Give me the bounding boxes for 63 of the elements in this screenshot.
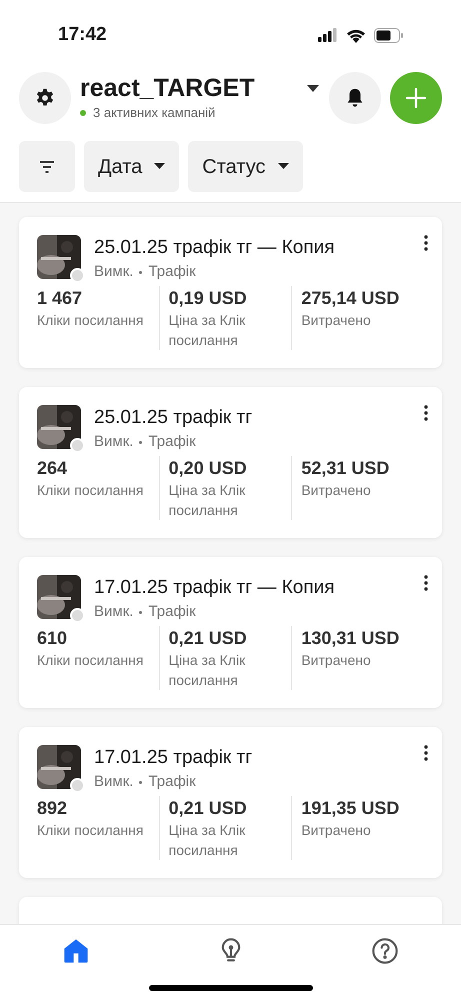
metric-label: Кліки посилання [37, 651, 144, 670]
settings-icon [35, 88, 55, 108]
metric-value: 0,21 USD [168, 797, 248, 820]
signal-icon [318, 28, 338, 42]
metric-label: Ціна за Клік посилання [168, 311, 246, 350]
metric-value: 0,19 USD [168, 287, 248, 310]
metric-label: Витрачено [301, 821, 372, 840]
campaign-objective: Трафік [148, 262, 196, 282]
metric-value: 130,31 USD [301, 627, 400, 650]
home-icon [62, 937, 90, 965]
campaign-status: Вимк. [94, 262, 134, 282]
notifications-button[interactable] [329, 72, 381, 124]
campaign-card[interactable]: 25.01.25 трафік тг — Копия Вимк. Трафік 1 467 Кліки посилання 0,19 USD Ціна за Клік посилання 275,14 USD Витрачено [19, 217, 442, 368]
campaign-objective: Трафік [148, 602, 196, 622]
metric-label: Кліки посилання [37, 821, 144, 840]
filter-icon [40, 160, 54, 172]
battery-icon [374, 28, 403, 42]
metric-label: Витрачено [301, 651, 372, 670]
campaign-objective: Трафік [148, 772, 196, 792]
campaign-objective: Трафік [148, 432, 196, 452]
caret-icon [278, 163, 289, 170]
wifi-icon [346, 28, 366, 42]
more-icon [424, 235, 428, 251]
active-campaigns-count: 3 активних кампаній [93, 104, 216, 122]
add-button[interactable] [390, 72, 442, 124]
campaign-title: 25.01.25 трафік тг — Копия [94, 236, 336, 260]
more-icon [424, 405, 428, 421]
campaign-card[interactable]: 17.01.25 трафік тг — Копия Вимк. Трафік 610 Кліки посилання 0,21 USD Ціна за Клік посилання 130,31 USD Витрачено [19, 557, 442, 708]
metric-value: 52,31 USD [301, 457, 390, 480]
filter-dropdown[interactable]: Статус [188, 141, 303, 192]
metric-label: Ціна за Клік посилання [168, 821, 246, 860]
campaign-card[interactable]: 25.01.25 трафік тг Вимк. Трафік 264 Кліки посилання 0,20 USD Ціна за Клік посилання 52,31 USD Витрачено [19, 387, 442, 538]
metric-label: Витрачено [301, 481, 372, 500]
status-time: 17:42 [58, 22, 107, 47]
metric-value: 610 [37, 627, 68, 650]
campaign-status: Вимк. [94, 772, 134, 792]
campaign-card[interactable]: 17.01.25 трафік тг Вимк. Трафік 892 Кліки посилання 0,21 USD Ціна за Клік посилання 191,35 USD Витрачено [19, 727, 442, 878]
metric-value: 1 467 [37, 287, 84, 310]
caret-icon [307, 85, 319, 94]
plus-icon [405, 87, 427, 109]
campaign-title: 25.01.25 трафік тг [94, 406, 254, 430]
filter-dropdown[interactable]: Дата [84, 141, 180, 192]
caret-icon [154, 163, 166, 170]
metric-label: Ціна за Клік посилання [168, 481, 246, 520]
metric-label: Кліки посилання [37, 481, 144, 500]
metric-label: Ціна за Клік посилання [168, 651, 246, 690]
help-icon [371, 937, 399, 965]
more-icon [424, 575, 428, 591]
campaign-status: Вимк. [94, 432, 134, 452]
metric-value: 191,35 USD [301, 797, 400, 820]
metric-value: 275,14 USD [301, 287, 400, 310]
metric-value: 0,21 USD [168, 627, 248, 650]
metric-value: 0,20 USD [168, 457, 248, 480]
campaign-title: 17.01.25 трафік тг — Копия [94, 576, 336, 600]
settings-button[interactable] [19, 72, 71, 124]
metric-value: 264 [37, 457, 68, 480]
more-icon [424, 745, 428, 761]
campaign-status: Вимк. [94, 602, 134, 622]
account-selector[interactable]: react_TARGET 3 активних кампаній [80, 73, 319, 123]
metric-label: Кліки посилання [37, 311, 144, 330]
metric-label: Витрачено [301, 311, 372, 330]
campaign-title: 17.01.25 трафік тг [94, 746, 254, 770]
metric-value: 892 [37, 797, 68, 820]
